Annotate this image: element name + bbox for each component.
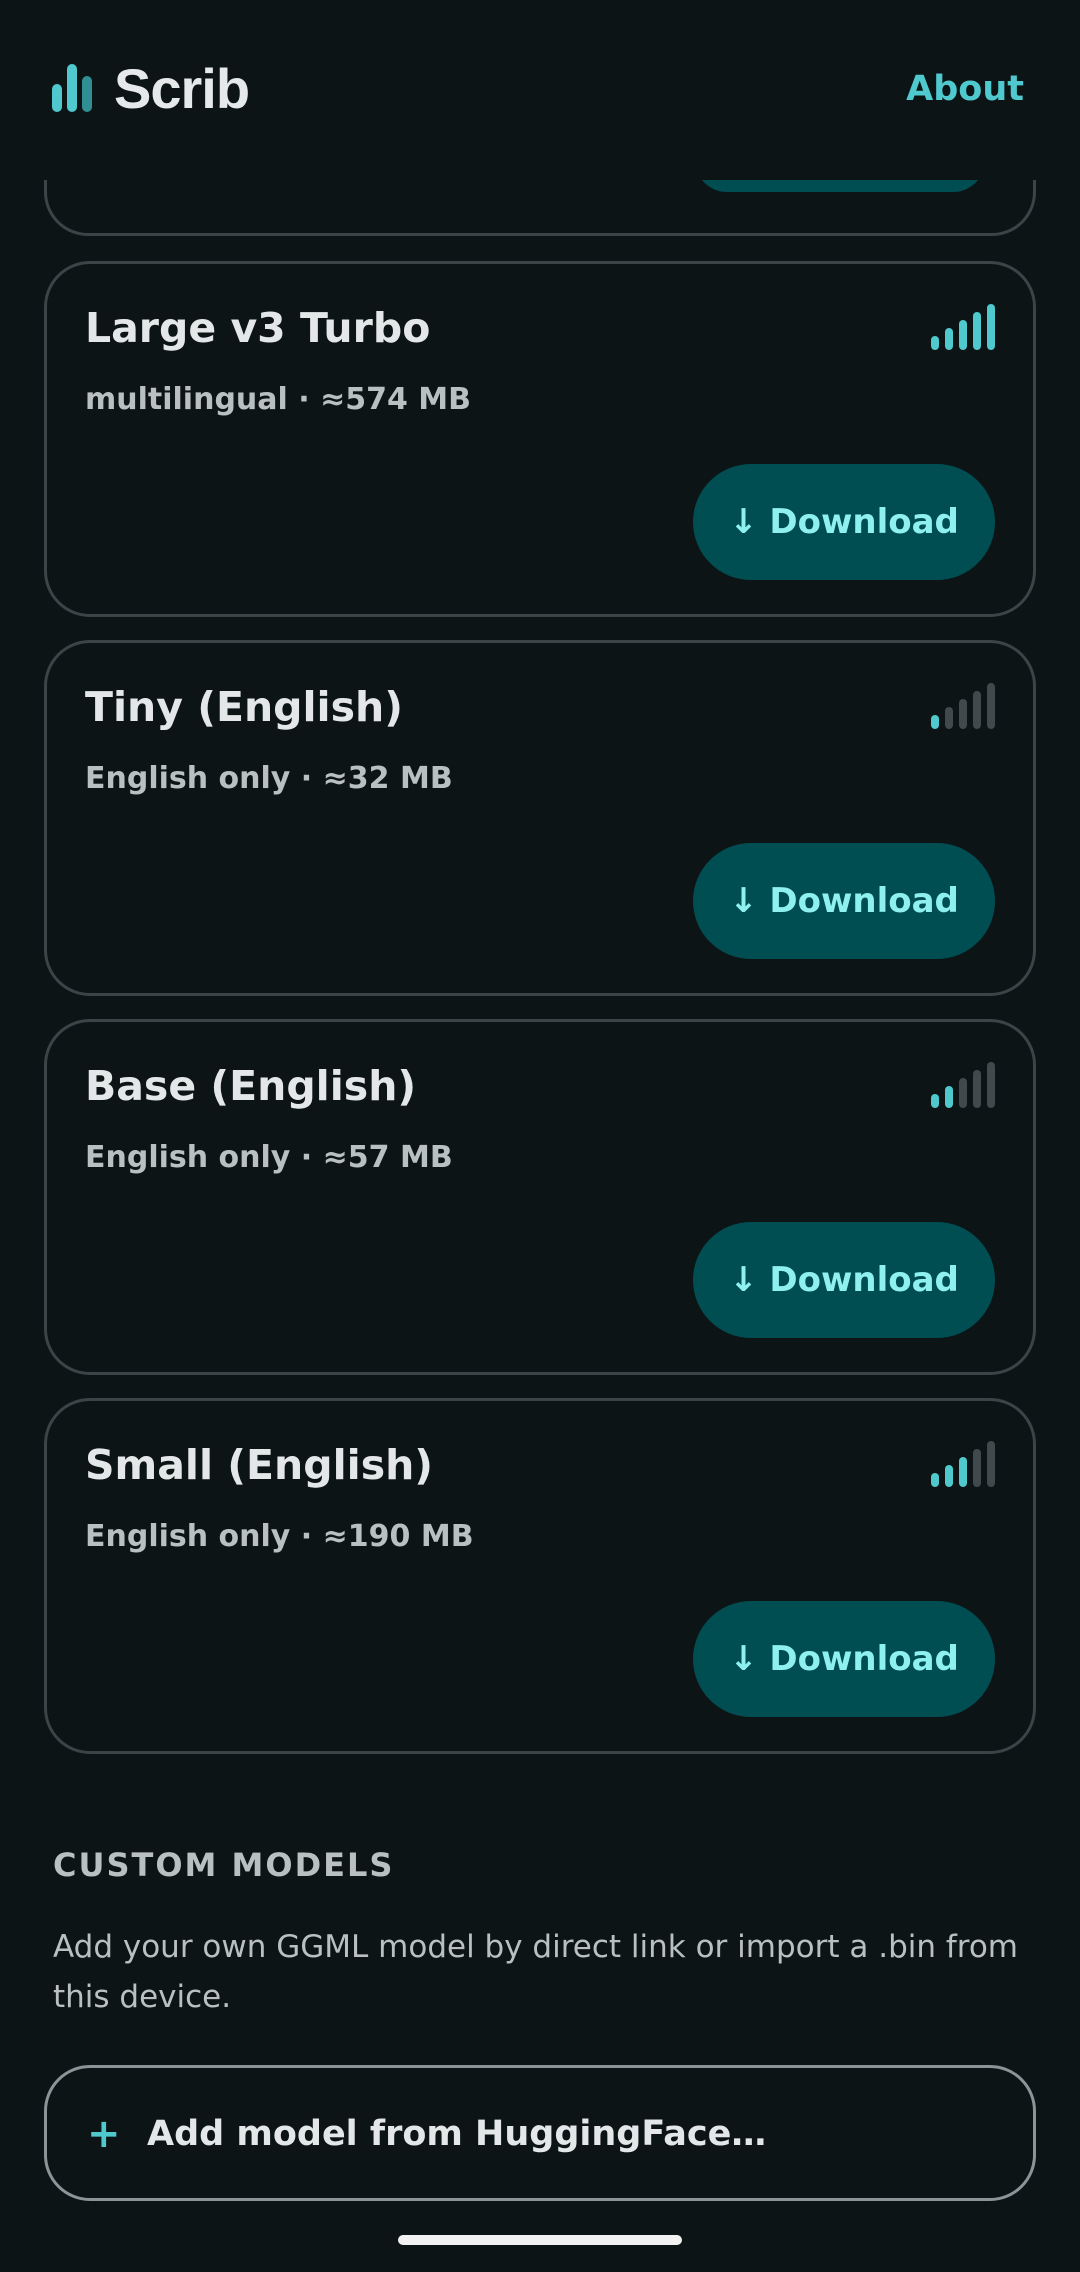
signal-bar (959, 1078, 967, 1108)
signal-bar (931, 1094, 939, 1108)
signal-strength-icon (931, 1058, 995, 1108)
model-meta: English only · ≈190 MB (85, 1519, 474, 1554)
signal-bar (987, 1062, 995, 1108)
signal-bar (973, 691, 981, 729)
signal-bar (987, 304, 995, 350)
model-meta: English only · ≈57 MB (85, 1140, 453, 1175)
download-button[interactable]: ↓ Download (693, 464, 995, 580)
signal-bar (959, 1457, 967, 1487)
download-button[interactable]: ↓ Download (693, 843, 995, 959)
signal-bar (973, 1070, 981, 1108)
signal-strength-icon (931, 1437, 995, 1487)
download-button[interactable]: ↓ Download (693, 1601, 995, 1717)
model-list: Large v3 Turbo multilingual · ≈574 MB ↓ … (44, 261, 1036, 1777)
signal-bar (945, 707, 953, 729)
download-button[interactable]: ↓ Download (693, 1222, 995, 1338)
signal-bar (945, 328, 953, 350)
signal-bar (945, 1086, 953, 1108)
section-header-custom-models: CUSTOM MODELS (53, 1846, 395, 1884)
app-header: Scrib About (0, 0, 1080, 180)
app-logo-icon (52, 62, 96, 112)
model-name: Tiny (English) (85, 683, 403, 731)
signal-bar (959, 699, 967, 729)
signal-bar (931, 715, 939, 729)
signal-strength-icon (931, 679, 995, 729)
plus-icon: + (87, 2111, 121, 2157)
model-card: Tiny (English) English only · ≈32 MB ↓ D… (44, 640, 1036, 996)
model-card: Large v3 Turbo multilingual · ≈574 MB ↓ … (44, 261, 1036, 617)
about-link[interactable]: About (906, 66, 1024, 112)
section-description: Add your own GGML model by direct link o… (53, 1929, 1018, 2015)
model-name: Small (English) (85, 1441, 434, 1489)
home-indicator[interactable] (398, 2235, 682, 2245)
signal-bar (973, 312, 981, 350)
model-meta: English only · ≈32 MB (85, 761, 453, 796)
model-name: Base (English) (85, 1062, 417, 1110)
add-model-label: Add model from HuggingFace… (147, 2114, 767, 2154)
signal-bar (973, 1449, 981, 1487)
signal-bar (945, 1465, 953, 1487)
add-model-button[interactable]: + Add model from HuggingFace… (44, 2065, 1036, 2201)
model-name: Large v3 Turbo (85, 304, 431, 352)
signal-bar (987, 683, 995, 729)
signal-bar (959, 320, 967, 350)
model-card: Base (English) English only · ≈57 MB ↓ D… (44, 1019, 1036, 1375)
signal-bar (987, 1441, 995, 1487)
model-card: Small (English) English only · ≈190 MB ↓… (44, 1398, 1036, 1754)
model-meta: multilingual · ≈574 MB (85, 382, 472, 417)
signal-strength-icon (931, 300, 995, 350)
signal-bar (931, 1473, 939, 1487)
signal-bar (931, 336, 939, 350)
app-title: Scrib (114, 57, 250, 120)
